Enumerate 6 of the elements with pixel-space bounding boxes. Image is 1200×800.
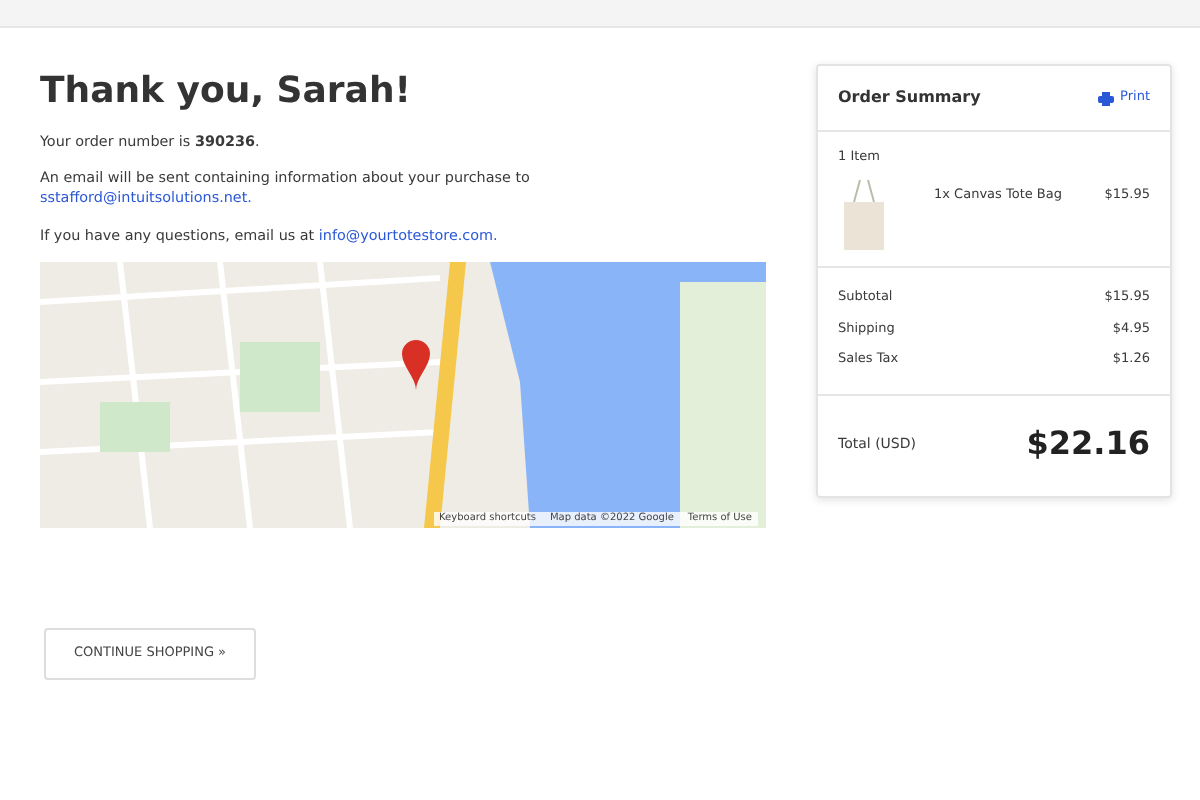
total-amount: $22.16 bbox=[1026, 422, 1150, 466]
summary-title: Order Summary bbox=[838, 86, 981, 110]
street-map-drawing[interactable] bbox=[40, 262, 766, 529]
tote-bag-drawing bbox=[838, 177, 890, 250]
page-heading: Thank you, Sarah! bbox=[40, 70, 413, 114]
printer-icon bbox=[1098, 91, 1115, 105]
